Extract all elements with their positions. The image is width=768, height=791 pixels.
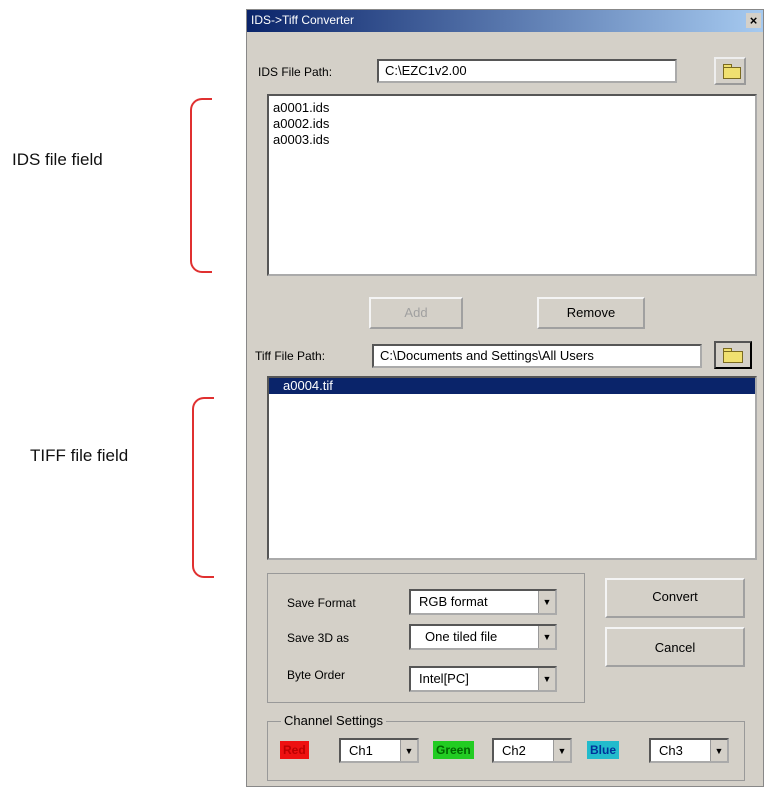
list-item-selected[interactable]: a0004.tif xyxy=(269,378,755,394)
save-format-label: Save Format xyxy=(287,596,356,610)
ids-file-list[interactable]: a0001.ids a0002.ids a0003.ids xyxy=(267,94,757,276)
list-item[interactable]: a0001.ids xyxy=(269,100,755,116)
red-channel-label: Red xyxy=(280,741,309,759)
save-3d-label: Save 3D as xyxy=(287,631,350,645)
green-channel-value: Ch2 xyxy=(502,743,526,758)
chevron-down-icon[interactable]: ▼ xyxy=(538,591,555,613)
title-bar: IDS->Tiff Converter × xyxy=(247,10,763,32)
ids-field-brace xyxy=(190,98,212,273)
remove-button[interactable]: Remove xyxy=(537,297,645,329)
channel-settings-label: Channel Settings xyxy=(281,713,387,728)
close-icon[interactable]: × xyxy=(746,13,761,28)
chevron-down-icon[interactable]: ▼ xyxy=(538,626,555,648)
byte-order-value: Intel[PC] xyxy=(419,671,469,686)
chevron-down-icon[interactable]: ▼ xyxy=(400,740,417,761)
list-item[interactable]: a0003.ids xyxy=(269,132,755,148)
blue-channel-value: Ch3 xyxy=(659,743,683,758)
save-3d-select[interactable]: One tiled file ▼ xyxy=(409,624,557,650)
tiff-browse-button[interactable] xyxy=(714,341,752,369)
blue-channel-select[interactable]: Ch3 ▼ xyxy=(649,738,729,763)
tiff-field-brace xyxy=(192,397,214,578)
tiff-file-list[interactable]: a0004.tif xyxy=(267,376,757,560)
converter-window: IDS->Tiff Converter × IDS File Path: C:\… xyxy=(246,9,764,787)
ids-annotation-label: IDS file field xyxy=(12,150,103,169)
add-button[interactable]: Add xyxy=(369,297,463,329)
tiff-path-input[interactable]: C:\Documents and Settings\All Users xyxy=(372,344,702,368)
blue-channel-label: Blue xyxy=(587,741,620,759)
green-channel-select[interactable]: Ch2 ▼ xyxy=(492,738,572,763)
chevron-down-icon[interactable]: ▼ xyxy=(553,740,570,761)
save-format-select[interactable]: RGB format ▼ xyxy=(409,589,557,615)
byte-order-select[interactable]: Intel[PC] ▼ xyxy=(409,666,557,692)
ids-path-input[interactable]: C:\EZC1v2.00 xyxy=(377,59,677,83)
ids-path-label: IDS File Path: xyxy=(258,65,333,79)
list-item[interactable]: a0002.ids xyxy=(269,116,755,132)
red-channel-select[interactable]: Ch1 ▼ xyxy=(339,738,419,763)
chevron-down-icon[interactable]: ▼ xyxy=(538,668,555,690)
cancel-button[interactable]: Cancel xyxy=(605,627,745,667)
byte-order-label: Byte Order xyxy=(287,668,346,682)
folder-icon xyxy=(723,67,741,79)
red-channel-value: Ch1 xyxy=(349,743,373,758)
tiff-path-label: Tiff File Path: xyxy=(255,349,326,363)
green-channel-label: Green xyxy=(433,741,474,759)
tiff-annotation-label: TIFF file field xyxy=(30,446,129,465)
convert-button[interactable]: Convert xyxy=(605,578,745,618)
chevron-down-icon[interactable]: ▼ xyxy=(710,740,727,761)
folder-icon xyxy=(723,351,743,363)
window-title: IDS->Tiff Converter xyxy=(251,13,355,27)
ids-browse-button[interactable] xyxy=(714,57,746,85)
save-format-value: RGB format xyxy=(419,594,488,609)
save-3d-value: One tiled file xyxy=(425,629,498,644)
